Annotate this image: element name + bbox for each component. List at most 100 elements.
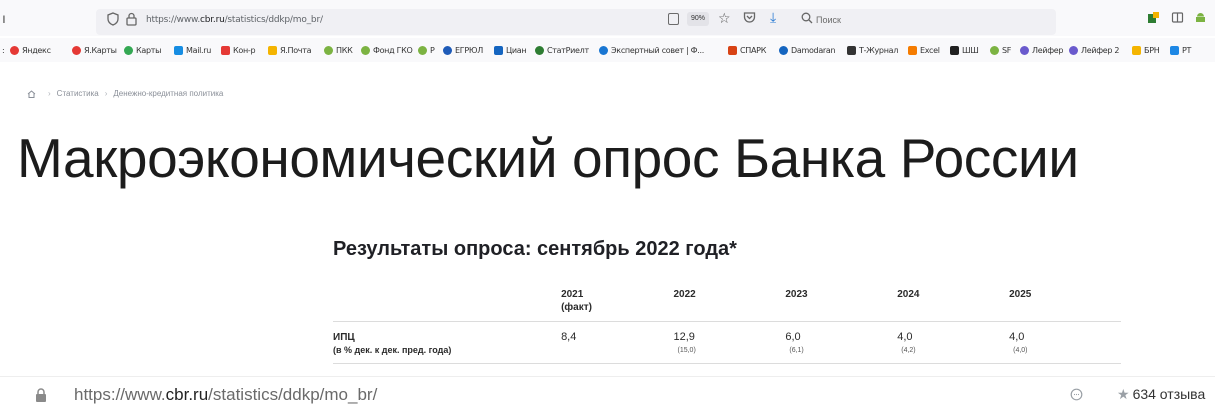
cell-previous-value: (6,1) xyxy=(789,347,804,354)
header-cell-label xyxy=(333,285,561,322)
bookmark-favicon-icon xyxy=(599,45,608,55)
bookmark-favicon-icon xyxy=(908,45,917,55)
bookmark-item[interactable]: Т-Журнал xyxy=(847,42,898,58)
bookmarks-bar: : Яндекс Я.Карты Карты Mail.ru Кон-р Я.П… xyxy=(0,38,1215,62)
table-row: ИПЦ (в % дек. к дек. пред. года) 8,4 12,… xyxy=(333,322,1121,364)
row-label-cell: ИПЦ (в % дек. к дек. пред. года) xyxy=(333,322,561,364)
bookmark-item[interactable]: Экспертный совет | Ф... xyxy=(599,42,704,58)
bookmark-item[interactable]: Циан xyxy=(494,42,527,58)
bookmark-favicon-icon xyxy=(221,45,230,55)
breadcrumb-separator: › xyxy=(104,89,108,98)
cell-value: 12,9 xyxy=(673,331,695,343)
bookmark-favicon-icon xyxy=(1132,45,1141,55)
bookmark-favicon-icon xyxy=(779,45,788,55)
page-title: Макроэкономический опрос Банка России xyxy=(17,127,1079,189)
breadcrumb: › Статистика › Денежно-кредитная политик… xyxy=(27,89,223,98)
header-cell-year: 2023 xyxy=(785,289,808,300)
row-label: ИПЦ xyxy=(333,332,355,343)
library-icon[interactable] xyxy=(1171,11,1184,24)
browser-toolbar: ı https://www.cbr.ru/statistics/ddkp/mo_… xyxy=(0,0,1215,36)
cell-previous-value: (4,2) xyxy=(901,347,916,354)
url-domain: cbr.ru xyxy=(199,15,225,25)
bookmark-star-icon[interactable]: ☆ xyxy=(718,10,731,27)
bookmark-favicon-icon xyxy=(847,45,856,55)
header-cell-year: 2021 (факт) xyxy=(561,289,592,313)
search-icon xyxy=(801,12,813,24)
bookmark-item[interactable]: Damodaran xyxy=(779,42,836,58)
bookmark-item[interactable]: Фонд ГКО xyxy=(361,42,413,58)
reviews-count: 634 отзыва xyxy=(1132,386,1206,402)
status-url[interactable]: https://www.cbr.ru/statistics/ddkp/mo_br… xyxy=(74,385,377,405)
lock-icon[interactable] xyxy=(126,12,137,26)
bookmark-favicon-icon xyxy=(361,45,370,55)
bookmark-item[interactable]: PT xyxy=(1170,42,1191,58)
bookmark-item[interactable]: Лейфер 2 xyxy=(1069,42,1120,58)
search-placeholder: Поиск xyxy=(816,15,841,25)
table-header-row: 2021 (факт) 2022 2023 2024 2025 xyxy=(333,285,1121,322)
tracking-shield-icon[interactable] xyxy=(107,12,119,26)
bookmark-item[interactable]: Excel xyxy=(908,42,940,58)
url-path: /statistics/ddkp/mo_br/ xyxy=(224,15,323,25)
bookmark-favicon-icon xyxy=(535,45,544,55)
bookmark-favicon-icon xyxy=(10,45,19,55)
cell-value: 8,4 xyxy=(561,331,577,343)
bookmark-item[interactable]: Карты xyxy=(124,42,161,58)
bookmark-favicon-icon xyxy=(1170,45,1179,55)
url-text[interactable]: https://www.cbr.ru/statistics/ddkp/mo_br… xyxy=(146,15,323,25)
extension-icon[interactable] xyxy=(1147,11,1160,24)
bookmark-item[interactable]: СПАРК xyxy=(728,42,766,58)
section-title: Результаты опроса: сентябрь 2022 года* xyxy=(333,238,737,260)
value-cell: 6,0 (6,1) xyxy=(785,322,897,364)
breadcrumb-separator: › xyxy=(48,89,51,98)
bookmark-favicon-icon xyxy=(494,45,503,55)
bookmark-item[interactable]: ЕГРЮЛ xyxy=(443,42,483,58)
bookmark-item[interactable]: Лейфер xyxy=(1020,42,1063,58)
bookmark-favicon-icon xyxy=(72,45,81,55)
pocket-icon[interactable] xyxy=(743,11,756,24)
breadcrumb-link-statistics[interactable]: Статистика xyxy=(57,89,99,98)
home-icon[interactable] xyxy=(27,89,36,98)
cell-value: 4,0 xyxy=(897,331,913,343)
bookmark-favicon-icon xyxy=(443,45,452,55)
bookmark-item[interactable]: Я.Почта xyxy=(268,42,312,58)
chat-icon[interactable] xyxy=(1070,388,1083,401)
bookmark-item[interactable]: СтатРиелт xyxy=(535,42,589,58)
row-unit: (в % дек. к дек. пред. года) xyxy=(333,345,452,355)
android-extension-icon[interactable] xyxy=(1194,11,1207,24)
toolbar-edge-icon: ı xyxy=(2,10,6,26)
reviews-rating[interactable]: ★ 634 отзыва xyxy=(1117,386,1205,403)
bookmark-item[interactable]: Кон-р xyxy=(221,42,256,58)
bookmark-favicon-icon xyxy=(950,45,959,55)
bookmark-favicon-icon xyxy=(990,45,999,55)
bookmark-item[interactable]: Я.Карты xyxy=(72,42,117,58)
bookmark-favicon-icon xyxy=(728,45,737,55)
value-cell: 8,4 xyxy=(561,322,673,364)
download-icon[interactable]: ⤓ xyxy=(770,9,776,26)
bookmark-item[interactable]: ШШ xyxy=(950,42,979,58)
header-cell-year: 2024 xyxy=(897,289,920,300)
bookmarks-overflow-icon[interactable]: : xyxy=(2,42,5,58)
url-prefix: https://www. xyxy=(146,15,200,25)
bookmark-favicon-icon xyxy=(268,45,277,55)
bookmark-favicon-icon xyxy=(124,45,133,55)
lock-icon xyxy=(36,388,46,402)
header-cell-year: 2022 xyxy=(673,289,696,300)
bookmark-favicon-icon xyxy=(418,45,427,55)
bookmark-favicon-icon xyxy=(1069,45,1078,55)
bookmark-favicon-icon xyxy=(174,45,183,55)
value-cell: 4,0 (4,0) xyxy=(1009,322,1121,364)
bookmark-item[interactable]: БРН xyxy=(1132,42,1160,58)
cell-value: 6,0 xyxy=(785,331,801,343)
breadcrumb-link-monetary-policy[interactable]: Денежно-кредитная политика xyxy=(113,89,223,98)
reader-view-icon[interactable] xyxy=(668,13,679,25)
cell-previous-value: (4,0) xyxy=(1013,347,1028,354)
bookmark-item[interactable]: ПКК xyxy=(324,42,353,58)
bookmark-item[interactable]: Яндекс xyxy=(10,42,51,58)
bookmark-item[interactable]: Mail.ru xyxy=(174,42,211,58)
zoom-level-badge[interactable]: 90% xyxy=(687,12,710,26)
bookmark-favicon-icon xyxy=(1020,45,1029,55)
bookmark-favicon-icon xyxy=(324,45,333,55)
bookmark-item[interactable]: SF xyxy=(990,42,1011,58)
value-cell: 4,0 (4,2) xyxy=(897,322,1009,364)
bookmark-item[interactable]: Р xyxy=(418,42,435,58)
